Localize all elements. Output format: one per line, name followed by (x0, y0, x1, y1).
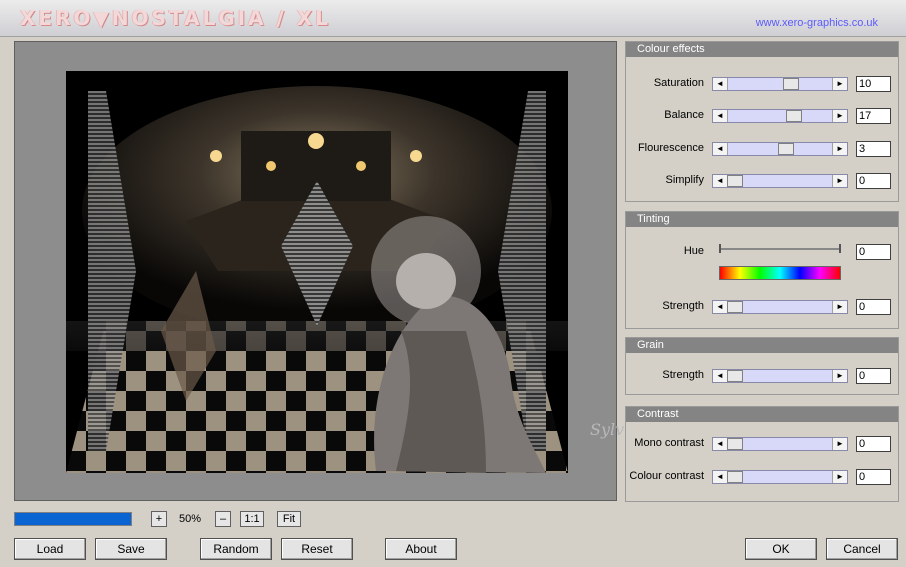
about-button[interactable]: About (385, 538, 457, 560)
random-button[interactable]: Random (200, 538, 272, 560)
save-button[interactable]: Save (95, 538, 167, 560)
grain-strength-input[interactable]: 0 (856, 368, 891, 384)
arrow-right-icon[interactable]: ► (832, 471, 847, 483)
preview-artwork (66, 71, 568, 473)
balance-input[interactable]: 17 (856, 108, 891, 124)
hue-row: Hue 0 (626, 244, 898, 260)
grain-panel: Grain Strength ◄ ► 0 (625, 337, 899, 395)
balance-label: Balance (664, 109, 704, 121)
arrow-left-icon[interactable]: ◄ (713, 438, 728, 450)
preview-area[interactable]: Sylviane (14, 41, 659, 501)
grain-strength-slider[interactable]: ◄ ► (712, 369, 848, 383)
arrow-left-icon[interactable]: ◄ (713, 78, 728, 90)
colour-contrast-input[interactable]: 0 (856, 469, 891, 485)
contrast-panel: Contrast Mono contrast ◄ ► 0 Colour cont… (625, 406, 899, 502)
website-link[interactable]: www.xero-graphics.co.uk (756, 17, 878, 29)
balance-slider[interactable]: ◄ ► (712, 109, 848, 123)
colour-contrast-label: Colour contrast (629, 470, 704, 482)
zoom-out-button[interactable]: – (215, 511, 231, 527)
slider-thumb[interactable] (778, 143, 795, 155)
flourescence-row: Flourescence ◄ ► 3 (626, 141, 898, 157)
saturation-slider[interactable]: ◄ ► (712, 77, 848, 91)
arrow-left-icon[interactable]: ◄ (713, 175, 728, 187)
tint-strength-row: Strength ◄ ► 0 (626, 299, 898, 315)
progress-fill (15, 513, 131, 525)
panel-title: Colour effects (626, 42, 898, 57)
tinting-panel: Tinting Hue 0 Strength ◄ ► 0 (625, 211, 899, 329)
cancel-button[interactable]: Cancel (826, 538, 898, 560)
tint-strength-input[interactable]: 0 (856, 299, 891, 315)
fit-button[interactable]: Fit (277, 511, 301, 527)
preview-image (66, 71, 568, 473)
simplify-label: Simplify (665, 174, 704, 186)
mono-contrast-label: Mono contrast (634, 437, 704, 449)
slider-thumb[interactable] (727, 175, 743, 187)
slider-thumb[interactable] (727, 438, 743, 450)
arrow-left-icon[interactable]: ◄ (713, 471, 728, 483)
hue-label: Hue (683, 245, 704, 257)
flourescence-slider[interactable]: ◄ ► (712, 142, 848, 156)
arrow-left-icon[interactable]: ◄ (713, 110, 728, 122)
tint-strength-label: Strength (662, 300, 704, 312)
arrow-left-icon[interactable]: ◄ (713, 370, 728, 382)
slider-thumb[interactable] (727, 471, 743, 483)
mono-contrast-row: Mono contrast ◄ ► 0 (626, 436, 898, 452)
mono-contrast-input[interactable]: 0 (856, 436, 891, 452)
slider-thumb[interactable] (782, 78, 799, 90)
hue-input[interactable]: 0 (856, 244, 891, 260)
hue-slider-track[interactable] (719, 248, 841, 250)
colour-effects-panel: Colour effects Saturation ◄ ► 10 Balance… (625, 41, 899, 202)
arrow-right-icon[interactable]: ► (832, 78, 847, 90)
reset-button[interactable]: Reset (281, 538, 353, 560)
slider-thumb[interactable] (727, 370, 743, 382)
simplify-slider[interactable]: ◄ ► (712, 174, 848, 188)
ok-button[interactable]: OK (745, 538, 817, 560)
actual-size-button[interactable]: 1:1 (240, 511, 264, 527)
hue-slider-thumb[interactable] (719, 244, 721, 253)
saturation-label: Saturation (653, 77, 704, 89)
arrow-right-icon[interactable]: ► (832, 175, 847, 187)
simplify-row: Simplify ◄ ► 0 (626, 173, 898, 189)
panel-title: Grain (626, 338, 898, 353)
arrow-left-icon[interactable]: ◄ (713, 143, 728, 155)
flourescence-input[interactable]: 3 (856, 141, 891, 157)
grain-strength-label: Strength (662, 369, 704, 381)
hue-slider-end-tick (839, 244, 841, 253)
progress-bar (14, 512, 132, 526)
arrow-right-icon[interactable]: ► (832, 370, 847, 382)
zoom-in-button[interactable]: + (151, 511, 167, 527)
app-logo: XERO▼NOSTALGIA / XL (20, 6, 332, 30)
arrow-right-icon[interactable]: ► (832, 301, 847, 313)
arrow-left-icon[interactable]: ◄ (713, 301, 728, 313)
arrow-right-icon[interactable]: ► (832, 143, 847, 155)
load-button[interactable]: Load (14, 538, 86, 560)
slider-thumb[interactable] (727, 301, 743, 313)
saturation-input[interactable]: 10 (856, 76, 891, 92)
title-bar: XERO▼NOSTALGIA / XL www.xero-graphics.co… (0, 0, 906, 37)
arrow-right-icon[interactable]: ► (832, 438, 847, 450)
arrow-right-icon[interactable]: ► (832, 110, 847, 122)
colour-contrast-slider[interactable]: ◄ ► (712, 470, 848, 484)
grain-strength-row: Strength ◄ ► 0 (626, 368, 898, 384)
colour-contrast-row: Colour contrast ◄ ► 0 (626, 469, 898, 485)
zoom-level: 50% (178, 513, 202, 525)
balance-row: Balance ◄ ► 17 (626, 108, 898, 124)
flourescence-label: Flourescence (637, 142, 704, 154)
tint-strength-slider[interactable]: ◄ ► (712, 300, 848, 314)
mono-contrast-slider[interactable]: ◄ ► (712, 437, 848, 451)
panel-title: Tinting (626, 212, 898, 227)
hue-spectrum[interactable] (719, 266, 841, 280)
saturation-row: Saturation ◄ ► 10 (626, 76, 898, 92)
slider-thumb[interactable] (786, 110, 803, 122)
panel-title: Contrast (626, 407, 898, 422)
simplify-input[interactable]: 0 (856, 173, 891, 189)
